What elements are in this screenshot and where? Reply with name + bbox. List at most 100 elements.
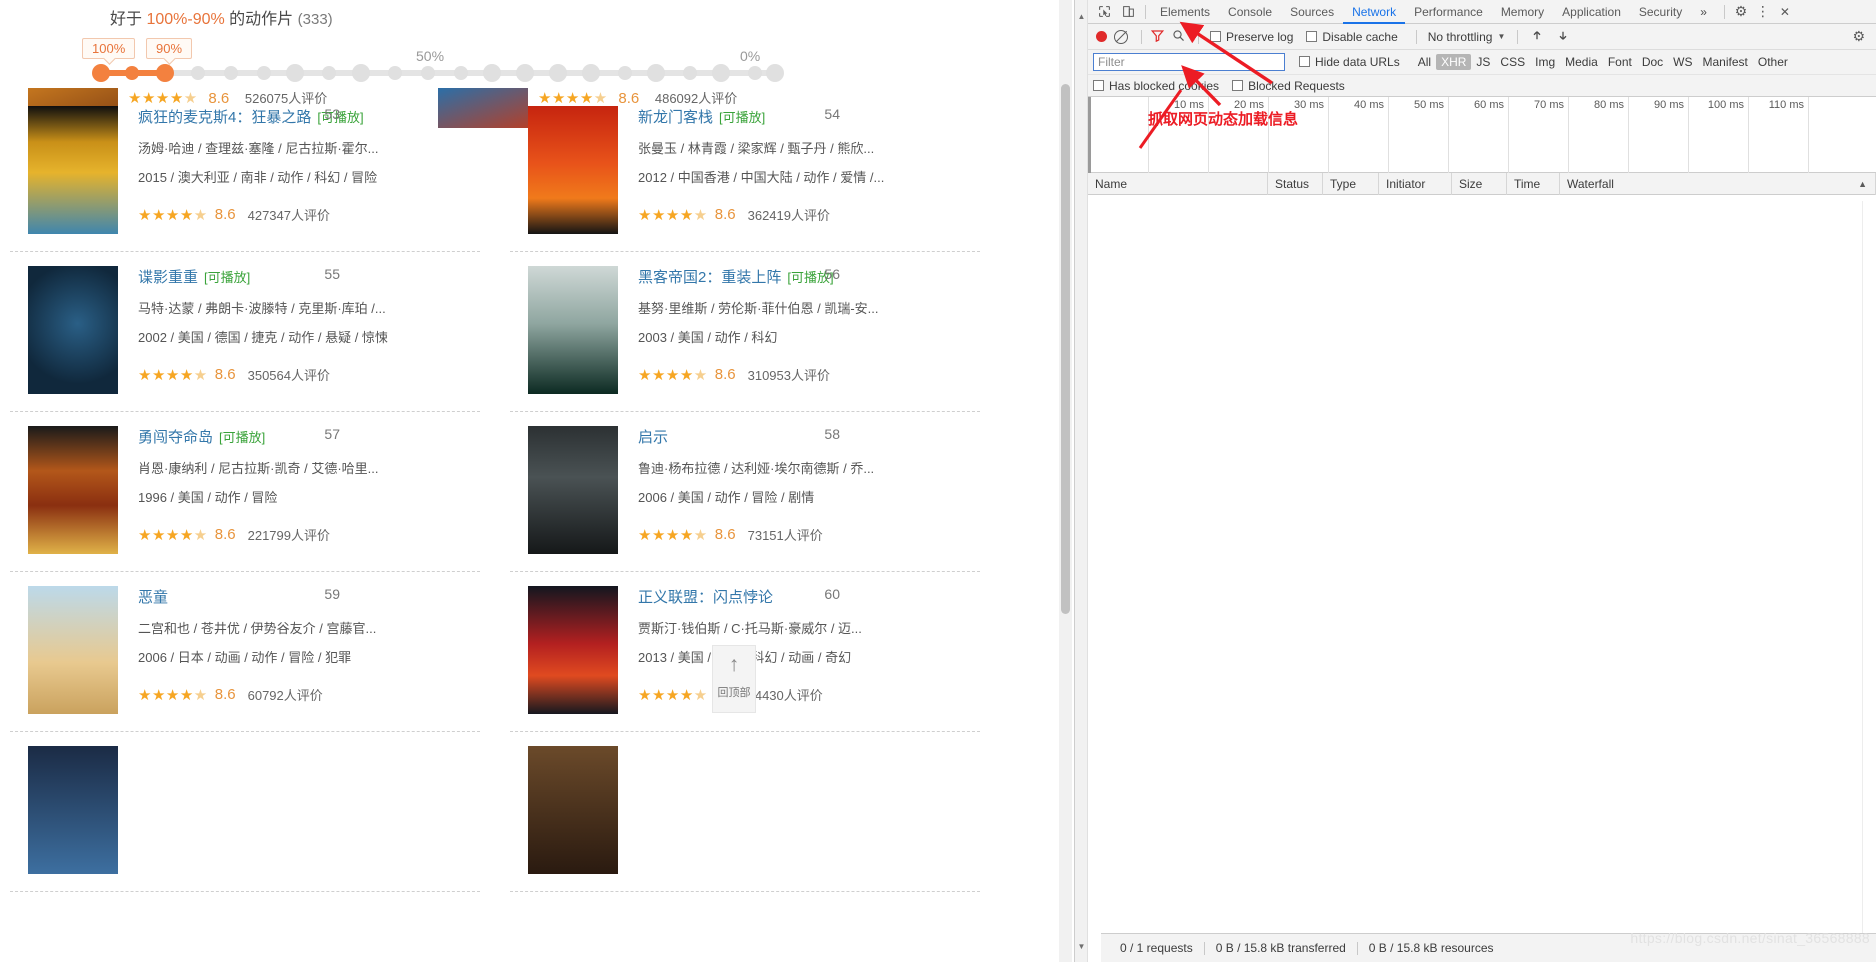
column-header-status[interactable]: Status bbox=[1268, 172, 1323, 195]
network-settings-gear-icon[interactable]: ⚙ bbox=[1852, 28, 1865, 45]
filter-type-ws[interactable]: WS bbox=[1668, 55, 1697, 69]
close-devtools-icon[interactable]: ✕ bbox=[1774, 1, 1796, 23]
column-header-initiator[interactable]: Initiator bbox=[1379, 172, 1452, 195]
column-header-waterfall[interactable]: Waterfall ▲ bbox=[1560, 172, 1876, 195]
tab-console[interactable]: Console bbox=[1219, 0, 1281, 24]
page-scrollbar-thumb[interactable] bbox=[1061, 84, 1070, 614]
filter-type-font[interactable]: Font bbox=[1603, 55, 1637, 69]
checkbox-box[interactable] bbox=[1299, 56, 1310, 67]
preserve-log-checkbox[interactable]: Preserve log bbox=[1210, 30, 1293, 44]
slider-dot-7[interactable] bbox=[322, 66, 336, 80]
filter-type-css[interactable]: CSS bbox=[1495, 55, 1530, 69]
slider-dot-10[interactable] bbox=[421, 66, 435, 80]
movie-item[interactable]: 恶童 59 二宫和也 / 苍井优 / 伊势谷友介 / 宫藤官... 2006 /… bbox=[10, 572, 480, 732]
network-request-list[interactable] bbox=[1101, 201, 1876, 933]
movie-item-partial[interactable] bbox=[510, 732, 980, 892]
tab-elements[interactable]: Elements bbox=[1151, 0, 1219, 24]
chevron-down-icon[interactable]: ▼ bbox=[1497, 32, 1505, 41]
column-header-time[interactable]: Time bbox=[1507, 172, 1560, 195]
movie-title-link[interactable]: 启示 bbox=[638, 426, 668, 447]
checkbox-box[interactable] bbox=[1093, 79, 1104, 91]
tab-network[interactable]: Network bbox=[1343, 0, 1405, 24]
column-header-type[interactable]: Type bbox=[1323, 172, 1379, 195]
filter-type-other[interactable]: Other bbox=[1753, 55, 1793, 69]
slider-dot-20[interactable] bbox=[748, 66, 762, 80]
hide-data-urls-checkbox[interactable]: Hide data URLs bbox=[1299, 55, 1400, 69]
movie-poster[interactable] bbox=[528, 746, 618, 874]
movie-item[interactable]: 启示 58 鲁迪·杨布拉德 / 达利娅·埃尔南德斯 / 乔... 2006 / … bbox=[510, 412, 980, 572]
settings-gear-icon[interactable]: ⚙ bbox=[1730, 1, 1752, 23]
blocked-requests-checkbox[interactable]: Blocked Requests bbox=[1232, 79, 1345, 93]
slider-dot-1[interactable] bbox=[125, 66, 139, 80]
toggle-device-toolbar-icon[interactable] bbox=[1116, 1, 1140, 23]
movie-title-link[interactable]: 正义联盟：闪点悖论 bbox=[638, 586, 773, 607]
filter-type-all[interactable]: All bbox=[1413, 55, 1436, 69]
filter-type-xhr[interactable]: XHR bbox=[1436, 54, 1472, 70]
inspect-element-icon[interactable] bbox=[1092, 1, 1116, 23]
search-icon[interactable] bbox=[1172, 29, 1185, 45]
slider-dot-9[interactable] bbox=[388, 66, 402, 80]
movie-poster[interactable] bbox=[28, 746, 118, 874]
checkbox-box[interactable] bbox=[1306, 30, 1318, 42]
filter-type-doc[interactable]: Doc bbox=[1637, 55, 1668, 69]
slider-dot-3[interactable] bbox=[191, 66, 205, 80]
clear-button-icon[interactable] bbox=[1114, 29, 1128, 44]
checkbox-box[interactable] bbox=[1232, 79, 1244, 91]
filter-type-manifest[interactable]: Manifest bbox=[1698, 55, 1753, 69]
tab-security[interactable]: Security bbox=[1630, 0, 1691, 24]
checkbox-box[interactable] bbox=[1210, 30, 1221, 42]
movie-item[interactable]: 黑客帝国2：重装上阵 [可播放] 56 基努·里维斯 / 劳伦斯·菲什伯恩 / … bbox=[510, 252, 980, 412]
back-to-top-button[interactable]: ↑ 回顶部 bbox=[712, 645, 756, 713]
movie-title-link[interactable]: 谍影重重 bbox=[138, 266, 198, 287]
movie-poster[interactable] bbox=[528, 426, 618, 554]
record-button-icon[interactable] bbox=[1096, 31, 1107, 42]
tab-memory[interactable]: Memory bbox=[1492, 0, 1553, 24]
movie-poster[interactable] bbox=[28, 266, 118, 394]
movie-title-link[interactable]: 疯狂的麦克斯4：狂暴之路 bbox=[138, 106, 311, 127]
movie-item[interactable]: 勇闯夺命岛 [可播放] 57 肖恩·康纳利 / 尼古拉斯·凯奇 / 艾德·哈里.… bbox=[10, 412, 480, 572]
disable-cache-checkbox[interactable]: Disable cache bbox=[1306, 30, 1398, 44]
tab-performance[interactable]: Performance bbox=[1405, 0, 1492, 24]
filter-toggle-icon[interactable] bbox=[1150, 29, 1165, 45]
page-scrollbar[interactable] bbox=[1059, 0, 1072, 962]
filter-type-js[interactable]: JS bbox=[1471, 55, 1495, 69]
has-blocked-cookies-checkbox[interactable]: Has blocked cookies bbox=[1093, 79, 1219, 93]
more-options-kebab-icon[interactable]: ⋮ bbox=[1752, 1, 1774, 23]
movie-item[interactable]: 新龙门客栈 [可播放] 54 张曼玉 / 林青霞 / 梁家辉 / 甄子丹 / 熊… bbox=[510, 92, 980, 252]
slider-track[interactable] bbox=[92, 64, 784, 82]
slider-dot-5[interactable] bbox=[257, 66, 271, 80]
movie-title-link[interactable]: 黑客帝国2：重装上阵 bbox=[638, 266, 781, 287]
export-har-icon[interactable] bbox=[1557, 29, 1569, 45]
movie-poster[interactable] bbox=[528, 106, 618, 234]
throttling-select[interactable]: No throttling bbox=[1428, 30, 1493, 44]
slider-dot-16[interactable] bbox=[618, 66, 632, 80]
movie-item[interactable]: 谍影重重 [可播放] 55 马特·达蒙 / 弗朗卡·波滕特 / 克里斯·库珀 /… bbox=[10, 252, 480, 412]
tab-sources[interactable]: Sources bbox=[1281, 0, 1343, 24]
import-har-icon[interactable] bbox=[1531, 29, 1543, 45]
movie-item[interactable]: 疯狂的麦克斯4：狂暴之路 [可播放] 53 汤姆·哈迪 / 查理兹·塞隆 / 尼… bbox=[10, 92, 480, 252]
column-header-name[interactable]: Name bbox=[1088, 172, 1268, 195]
devtools-outer-scrollbar[interactable]: ▲ ▼ bbox=[1075, 0, 1088, 962]
column-header-size[interactable]: Size bbox=[1452, 172, 1507, 195]
slider-dot-11[interactable] bbox=[454, 66, 468, 80]
movie-poster[interactable] bbox=[28, 586, 118, 714]
movie-poster[interactable] bbox=[28, 106, 118, 234]
filter-type-media[interactable]: Media bbox=[1560, 55, 1603, 69]
filter-input[interactable] bbox=[1093, 53, 1285, 71]
movie-title-link[interactable]: 新龙门客栈 bbox=[638, 106, 713, 127]
movie-poster[interactable] bbox=[528, 266, 618, 394]
slider-dot-18[interactable] bbox=[683, 66, 697, 80]
sort-ascending-icon[interactable]: ▲ bbox=[1858, 173, 1867, 195]
scroll-up-icon[interactable]: ▲ bbox=[1075, 10, 1088, 24]
network-list-scrollbar[interactable] bbox=[1862, 201, 1876, 933]
filter-type-img[interactable]: Img bbox=[1530, 55, 1560, 69]
tab-application[interactable]: Application bbox=[1553, 0, 1630, 24]
slider-dot-4[interactable] bbox=[224, 66, 238, 80]
movie-poster[interactable] bbox=[28, 426, 118, 554]
more-tabs-icon[interactable]: » bbox=[1691, 0, 1716, 24]
movie-item-partial[interactable] bbox=[10, 732, 480, 892]
scroll-down-icon[interactable]: ▼ bbox=[1075, 940, 1088, 954]
movie-title-link[interactable]: 勇闯夺命岛 bbox=[138, 426, 213, 447]
movie-title-link[interactable]: 恶童 bbox=[138, 586, 168, 607]
movie-poster[interactable] bbox=[528, 586, 618, 714]
